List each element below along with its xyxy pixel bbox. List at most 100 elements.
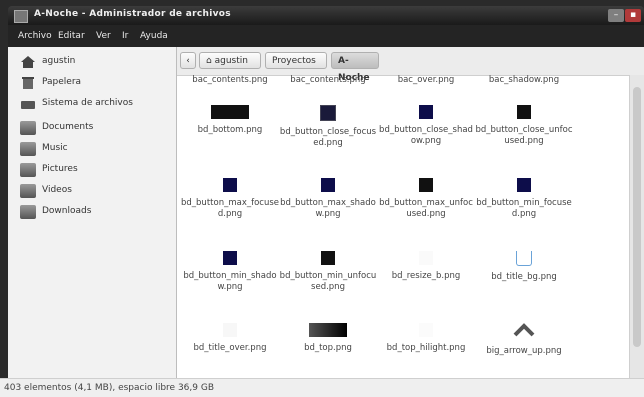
file-name: bd_top.png [304, 343, 352, 353]
path-segment-current[interactable]: A-Noche [331, 52, 379, 83]
sidebar-item-label: Documents [42, 122, 94, 132]
folder-icon [20, 184, 36, 198]
image-thumbnail [419, 251, 433, 265]
file-name: bac_shadow.png [488, 75, 560, 85]
trash-icon [22, 77, 34, 89]
image-thumbnail [419, 323, 433, 337]
file-name: bd_button_close_shadow.png [379, 125, 473, 146]
file-name: bd_button_close_focused.png [279, 127, 377, 148]
file-item[interactable]: bd_top_hilight.png [377, 323, 475, 354]
arrow-up-icon [513, 323, 535, 337]
image-thumbnail [516, 251, 532, 266]
file-grid: bac_contents.png bac_contents.png bac_ov… [177, 75, 629, 378]
folder-icon [20, 142, 36, 156]
file-item[interactable]: bd_button_min_shadow.png [181, 251, 279, 293]
min-button-thumbnail [223, 251, 237, 265]
min-button-thumbnail [321, 251, 335, 265]
file-item[interactable]: bd_button_min_focused.png [475, 178, 573, 220]
file-manager-icon [14, 10, 28, 23]
path-segment-label: Proyectos [272, 56, 316, 66]
minimize-button[interactable]: – [608, 9, 624, 22]
menu-ver[interactable]: Ver [96, 31, 111, 41]
menu-bar: Archivo Editar Ver Ir Ayuda [8, 25, 644, 47]
file-item[interactable]: bd_title_over.png [181, 323, 279, 354]
max-button-thumbnail [223, 178, 237, 192]
vertical-scrollbar[interactable] [629, 75, 644, 378]
file-item[interactable]: bd_bottom.png [181, 105, 279, 136]
file-name: bd_bottom.png [197, 125, 263, 135]
menu-ir[interactable]: Ir [122, 31, 128, 41]
close-button-thumbnail [419, 105, 433, 119]
sidebar-item-downloads[interactable]: Downloads [16, 202, 176, 222]
drive-icon [21, 101, 35, 109]
file-name: bd_button_close_unfocused.png [475, 125, 573, 146]
menu-archivo[interactable]: Archivo [18, 31, 52, 41]
home-icon [21, 56, 35, 68]
sidebar-item-label: Videos [42, 185, 72, 195]
scrollbar-thumb[interactable] [633, 87, 641, 347]
image-thumbnail [211, 105, 249, 119]
file-view: ‹ ⌂ agustin Proyectos A-Noche bac_conten… [177, 47, 644, 378]
sidebar-item-trash[interactable]: Papelera [16, 73, 176, 93]
sidebar-item-music[interactable]: Music [16, 139, 176, 159]
file-item[interactable]: bd_button_close_shadow.png [377, 105, 475, 147]
sidebar-item-label: Downloads [42, 206, 92, 216]
min-button-thumbnail [517, 178, 531, 192]
max-button-thumbnail [321, 178, 335, 192]
status-bar: 403 elementos (4,1 MB), espacio libre 36… [0, 378, 644, 397]
file-name: bac_contents.png [290, 75, 366, 85]
folder-icon [20, 121, 36, 135]
menu-editar[interactable]: Editar [58, 31, 85, 41]
chevron-left-icon: ‹ [186, 56, 190, 66]
file-item-partial[interactable]: bac_shadow.png [475, 75, 573, 86]
file-item[interactable]: bd_button_close_focused.png [279, 105, 377, 149]
file-name: bd_button_max_focused.png [181, 198, 280, 219]
file-item-partial[interactable]: bac_contents.png [181, 75, 279, 86]
back-button[interactable]: ‹ [180, 52, 196, 69]
path-bar: ‹ ⌂ agustin Proyectos A-Noche [177, 47, 644, 83]
status-text: 403 elementos (4,1 MB), espacio libre 36… [4, 383, 214, 393]
file-item[interactable]: bd_resize_b.png [377, 251, 475, 282]
sidebar: agustin Papelera Sistema de archivos Doc… [8, 47, 177, 378]
sidebar-item-home[interactable]: agustin [16, 52, 176, 72]
file-item[interactable]: bd_title_bg.png [475, 251, 573, 283]
window-title: A-Noche - Administrador de archivos [34, 9, 231, 19]
sidebar-item-filesystem[interactable]: Sistema de archivos [16, 94, 176, 114]
file-item[interactable]: bd_button_max_unfocused.png [377, 178, 475, 220]
path-segment-home[interactable]: ⌂ agustin [199, 52, 261, 69]
image-thumbnail [223, 323, 237, 337]
file-item[interactable]: big_arrow_up.png [475, 323, 573, 357]
sidebar-item-pictures[interactable]: Pictures [16, 160, 176, 180]
file-item[interactable]: bd_button_close_unfocused.png [475, 105, 573, 147]
sidebar-item-label: Pictures [42, 164, 78, 174]
folder-icon [20, 163, 36, 177]
file-name: bd_button_min_focused.png [476, 198, 572, 219]
sidebar-item-label: agustin [42, 56, 76, 66]
path-segment-proyectos[interactable]: Proyectos [265, 52, 327, 69]
sidebar-item-videos[interactable]: Videos [16, 181, 176, 201]
close-button-thumbnail [517, 105, 531, 119]
file-item[interactable]: bd_button_min_unfocused.png [279, 251, 377, 293]
file-name: bd_button_min_shadow.png [183, 271, 277, 292]
file-name: bac_contents.png [192, 75, 268, 85]
sidebar-item-label: Music [42, 143, 68, 153]
file-item[interactable]: bd_top.png [279, 323, 377, 354]
file-item-partial[interactable]: bac_contents.png [279, 75, 377, 86]
file-name: bd_resize_b.png [391, 271, 461, 281]
file-item-partial[interactable]: bac_over.png [377, 75, 475, 86]
close-button-thumbnail [320, 105, 336, 121]
file-name: bd_button_min_unfocused.png [279, 271, 377, 292]
file-item[interactable]: bd_button_max_focused.png [181, 178, 279, 220]
path-segment-label: agustin [214, 56, 248, 66]
menu-ayuda[interactable]: Ayuda [140, 31, 168, 41]
file-item[interactable]: bd_button_max_shadow.png [279, 178, 377, 220]
folder-icon [20, 205, 36, 219]
sidebar-item-documents[interactable]: Documents [16, 118, 176, 138]
file-name: bac_over.png [397, 75, 455, 85]
sidebar-item-label: Papelera [42, 77, 82, 87]
file-name: bd_button_max_shadow.png [280, 198, 376, 219]
file-name: big_arrow_up.png [486, 346, 562, 356]
close-button[interactable]: ▪ [625, 9, 641, 22]
file-name: bd_title_over.png [193, 343, 267, 353]
home-icon: ⌂ [206, 56, 212, 66]
